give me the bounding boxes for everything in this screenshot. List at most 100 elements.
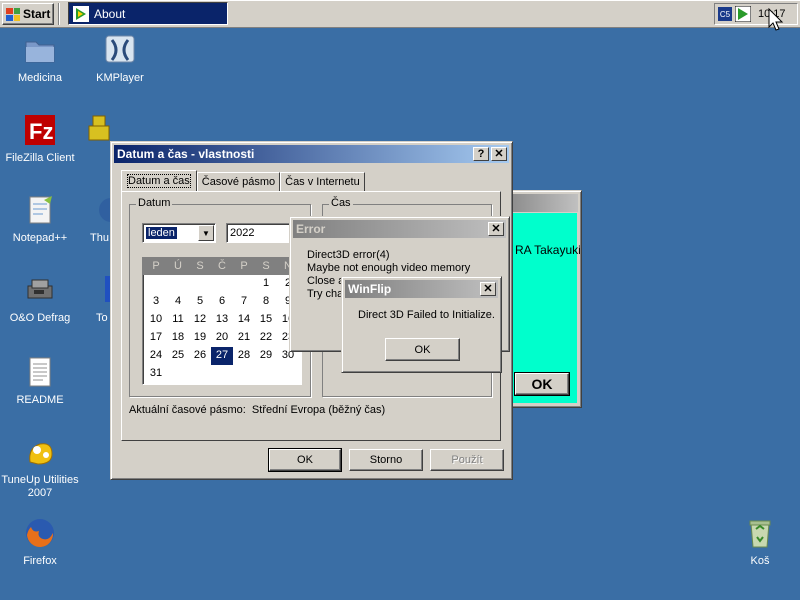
calendar-day	[145, 275, 167, 293]
calendar-day	[233, 365, 255, 383]
desktop-icon-tuneup[interactable]: TuneUp Utilities 2007	[1, 436, 79, 500]
calendar-day[interactable]: 14	[233, 311, 255, 329]
calendar-day	[167, 365, 189, 383]
about-ok-button[interactable]: OK	[514, 372, 570, 396]
calendar-weekday: S	[262, 260, 270, 272]
windows-logo-icon	[6, 7, 20, 21]
desktop-icon-oo-defrag[interactable]: O&O Defrag	[1, 274, 79, 325]
calendar-day[interactable]: 15	[255, 311, 277, 329]
calendar-weekday: P	[152, 260, 160, 272]
desktop-icon-recycle-bin[interactable]: Koš	[721, 517, 799, 568]
desktop-icon-filezilla[interactable]: Fz FileZilla Client	[1, 114, 79, 165]
calendar-day[interactable]: 10	[145, 311, 167, 329]
datetime-titlebar: Datum a čas - vlastnosti ? ✕	[114, 145, 509, 163]
kmplayer-icon	[104, 34, 136, 66]
calendar-day	[211, 275, 233, 293]
calendar-day[interactable]: 25	[167, 347, 189, 365]
media-player-icon	[73, 5, 89, 22]
calendar-day	[277, 365, 299, 383]
timezone-value: Střední Evropa (běžný čas)	[251, 404, 386, 416]
calendar-day	[255, 365, 277, 383]
taskbar-button-about[interactable]: About	[68, 2, 228, 25]
time-group-label: Čas	[329, 197, 353, 209]
calendar-day	[211, 365, 233, 383]
desktop-icon-notepad[interactable]: Notepad++	[1, 194, 79, 245]
calendar-day[interactable]: 17	[145, 329, 167, 347]
close-button[interactable]: ✕	[491, 147, 507, 161]
calendar-day[interactable]: 4	[167, 293, 189, 311]
year-value: 2022	[230, 227, 255, 239]
cancel-button[interactable]: Storno	[349, 449, 423, 471]
desktop-icon-firefox[interactable]: Firefox	[1, 517, 79, 568]
tuneup-icon	[24, 436, 56, 468]
calendar-day[interactable]: 3	[145, 293, 167, 311]
calendar-day[interactable]: 19	[189, 329, 211, 347]
calendar-day	[189, 365, 211, 383]
calendar-day[interactable]: 1	[255, 275, 277, 293]
error-titlebar: Error ✕	[293, 220, 506, 238]
winflip-close-button[interactable]: ✕	[480, 282, 496, 296]
calendar-day[interactable]: 22	[255, 329, 277, 347]
chevron-down-icon[interactable]: ▼	[198, 225, 214, 241]
calendar-weekday: P	[240, 260, 248, 272]
calendar-day	[233, 275, 255, 293]
error-title: Error	[296, 222, 326, 236]
system-tray: C5 10:17	[714, 3, 798, 25]
winflip-titlebar: WinFlip ✕	[345, 280, 498, 298]
taskbar: Start About C5 10:17	[0, 0, 800, 28]
media-player-tray-icon[interactable]	[735, 6, 751, 22]
calendar-week-row: 17 18 19 20 21 22 23	[143, 329, 301, 347]
winflip-window: WinFlip ✕ Direct 3D Failed to Initialize…	[341, 276, 502, 373]
tab-date-time[interactable]: Datum a čas	[121, 170, 197, 191]
text-file-icon	[24, 356, 56, 388]
calendar-day[interactable]: 21	[233, 329, 255, 347]
calendar-day[interactable]: 12	[189, 311, 211, 329]
calendar-day[interactable]: 28	[233, 347, 255, 365]
calendar-day[interactable]: 13	[211, 311, 233, 329]
date-groupbox: Datum leden ▼ 2022 PÚSČPSN 1 2 3 4 5 6 7 8 9 10 11…	[129, 197, 311, 397]
calendar-day[interactable]: 11	[167, 311, 189, 329]
calendar-day[interactable]: 29	[255, 347, 277, 365]
calendar-week-row: 10 11 12 13 14 15 16	[143, 311, 301, 329]
start-button[interactable]: Start	[2, 3, 54, 25]
svg-text:Fz: Fz	[29, 119, 53, 144]
notepad-icon	[24, 194, 56, 226]
calendar-day[interactable]: 26	[189, 347, 211, 365]
c5-tray-icon[interactable]: C5	[718, 7, 732, 21]
calendar-day	[167, 275, 189, 293]
calendar-day[interactable]: 31	[145, 365, 167, 383]
error-close-button[interactable]: ✕	[488, 222, 504, 236]
calendar-weekday: S	[196, 260, 204, 272]
calendar-day[interactable]: 6	[211, 293, 233, 311]
calendar-day[interactable]: 20	[211, 329, 233, 347]
timezone-label: Aktuální časové pásmo: Střední Evropa (b…	[129, 404, 386, 416]
tab-internet-time[interactable]: Čas v Internetu	[280, 172, 365, 191]
winflip-ok-button[interactable]: OK	[385, 338, 460, 361]
desktop-icon-medicina[interactable]: Medicina	[1, 34, 79, 85]
calendar-week-row: 24 25 26 27 28 29 30	[143, 347, 301, 365]
calendar-weekday: Ú	[174, 260, 182, 272]
month-calendar[interactable]: PÚSČPSN 1 2 3 4 5 6 7 8 9 10 11 12 13 14 15 16 17 18 19 20 2…	[142, 257, 302, 385]
ok-button[interactable]: OK	[268, 448, 342, 472]
calendar-day[interactable]: 24	[145, 347, 167, 365]
calendar-day[interactable]: 8	[255, 293, 277, 311]
date-group-label: Datum	[136, 197, 173, 209]
winflip-title: WinFlip	[348, 282, 392, 296]
firefox-icon	[24, 517, 56, 549]
desktop-icon-readme[interactable]: README	[1, 356, 79, 407]
calendar-day[interactable]: 5	[189, 293, 211, 311]
calendar-day	[189, 275, 211, 293]
month-value: leden	[146, 227, 177, 239]
start-label: Start	[23, 7, 51, 21]
month-select[interactable]: leden ▼	[142, 223, 216, 243]
help-button[interactable]: ?	[473, 147, 489, 161]
mouse-cursor-icon	[768, 8, 784, 31]
calendar-day[interactable]: 7	[233, 293, 255, 311]
calendar-days: 1 2 3 4 5 6 7 8 9 10 11 12 13 14 15 16 17 18 19 20 21 22 23 24 2…	[143, 275, 301, 383]
desktop-icon-kmplayer[interactable]: KMPlayer	[81, 34, 159, 85]
calendar-day[interactable]: 27	[211, 347, 233, 365]
tab-time-zone[interactable]: Časové pásmo	[196, 172, 281, 191]
calendar-day[interactable]: 18	[167, 329, 189, 347]
about-author-text: RA Takayuki	[515, 243, 581, 257]
apply-button: Použít	[430, 449, 504, 471]
